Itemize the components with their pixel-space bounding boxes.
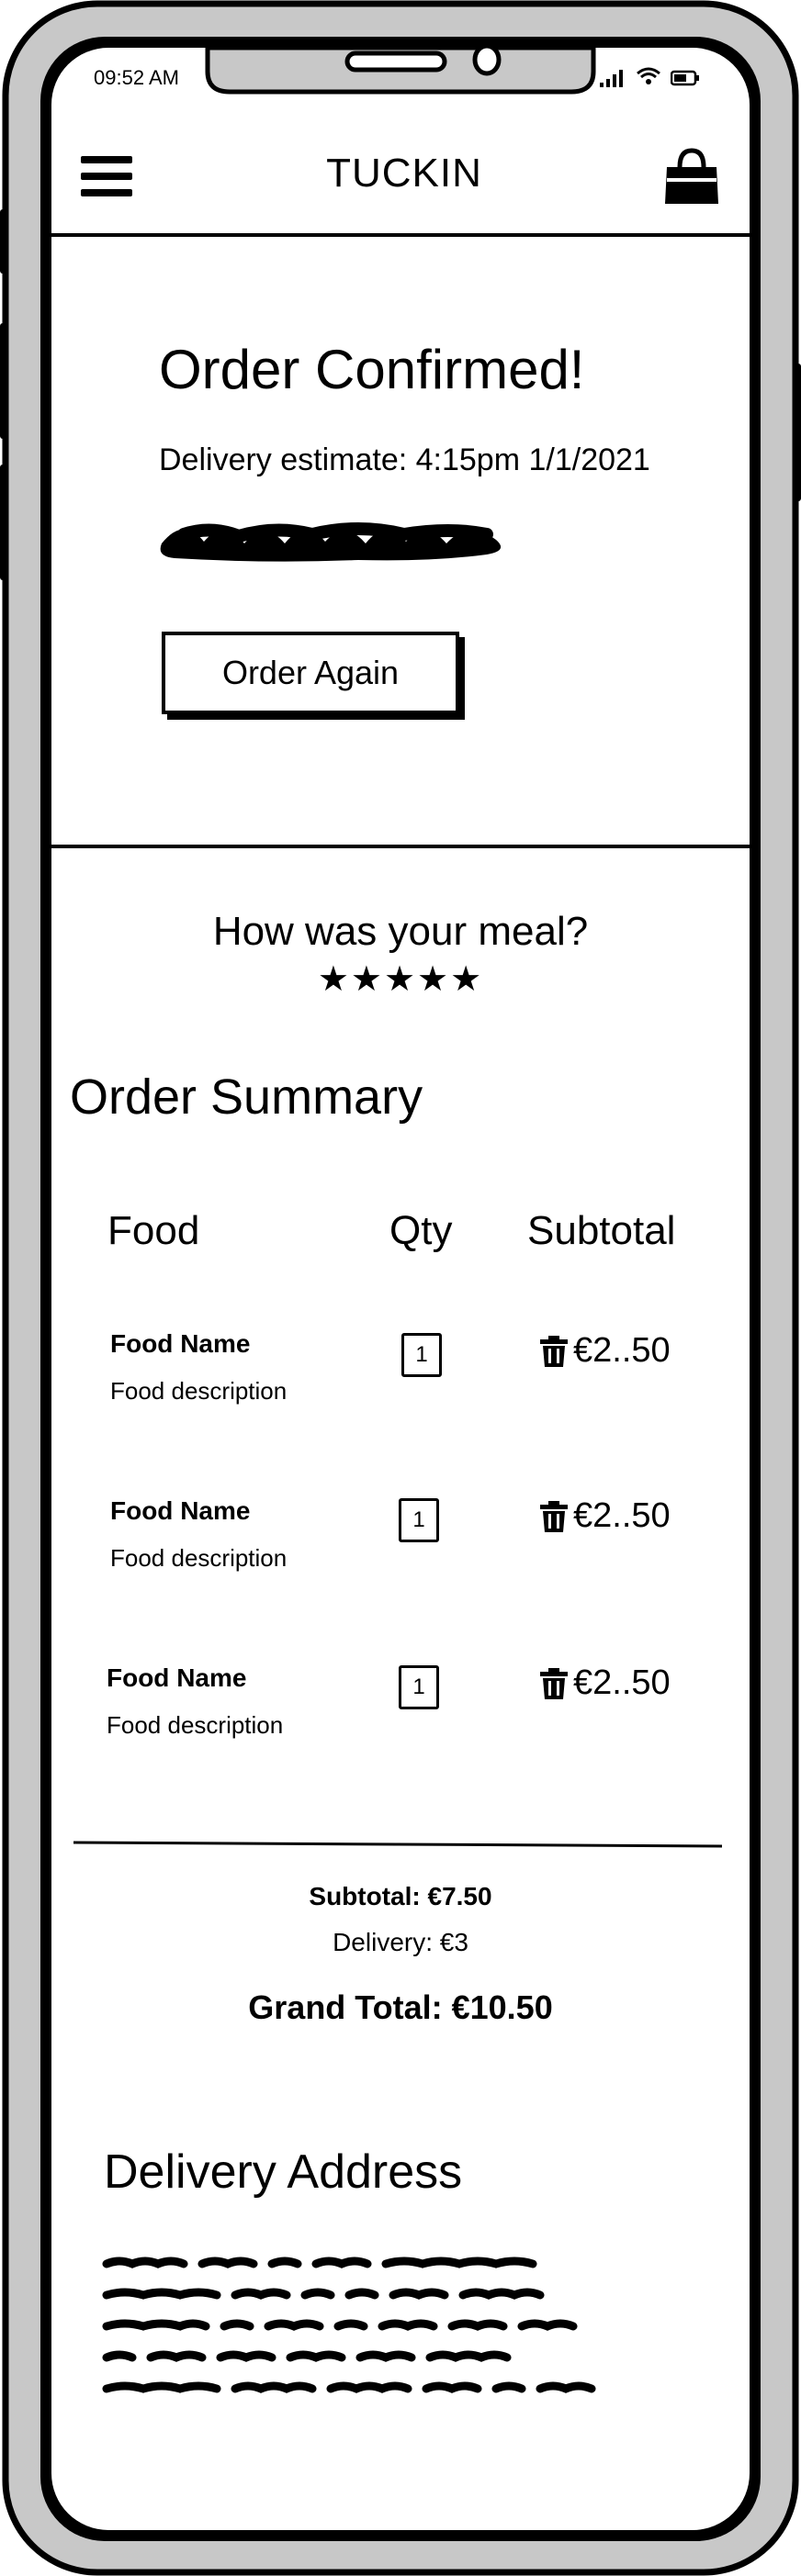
column-header-qty: Qty [389, 1208, 453, 1253]
trash-icon[interactable] [538, 1667, 570, 1700]
order-summary-title: Order Summary [70, 1070, 423, 1125]
shopping-bag-icon[interactable] [661, 147, 722, 207]
signal-icon [600, 70, 623, 87]
delivery-fee-line: Delivery: €3 [333, 1928, 468, 1956]
quantity-input[interactable]: 1 [399, 1498, 439, 1542]
item-subtotal: €2..50 [573, 1663, 671, 1702]
star-rating[interactable]: ★★★★★ [0, 958, 801, 1000]
status-time: 09:52 AM [94, 66, 179, 89]
column-header-subtotal: Subtotal [527, 1208, 676, 1253]
food-description: Food description [107, 1711, 284, 1739]
column-header-food: Food [107, 1208, 200, 1253]
item-subtotal: €2..50 [573, 1496, 671, 1535]
item-subtotal: €2..50 [573, 1331, 671, 1370]
quantity-input[interactable]: 1 [401, 1333, 442, 1377]
food-description: Food description [110, 1377, 288, 1405]
delivery-estimate: Delivery estimate: 4:15pm 1/1/2021 [159, 442, 650, 477]
wifi-icon [637, 67, 660, 84]
scribble-placeholder [160, 522, 502, 562]
hamburger-menu-icon[interactable] [81, 154, 132, 198]
brand-title: TUCKIN [326, 151, 482, 196]
order-confirmed-title: Order Confirmed! [159, 339, 585, 400]
food-description: Food description [110, 1544, 288, 1572]
trash-icon[interactable] [538, 1500, 570, 1533]
subtotal-line: Subtotal: €7.50 [309, 1882, 492, 1910]
trash-icon[interactable] [538, 1335, 570, 1368]
food-name: Food Name [110, 1329, 251, 1358]
delivery-address-title: Delivery Address [104, 2145, 463, 2199]
battery-icon [671, 70, 699, 86]
address-scribble [102, 2257, 596, 2393]
quantity-input[interactable]: 1 [399, 1665, 439, 1709]
order-again-button[interactable]: Order Again [162, 632, 459, 714]
meal-rating-question: How was your meal? [212, 909, 589, 954]
grand-total-line: Grand Total: €10.50 [248, 1988, 553, 2026]
food-name: Food Name [107, 1663, 247, 1692]
food-name: Food Name [110, 1496, 251, 1525]
